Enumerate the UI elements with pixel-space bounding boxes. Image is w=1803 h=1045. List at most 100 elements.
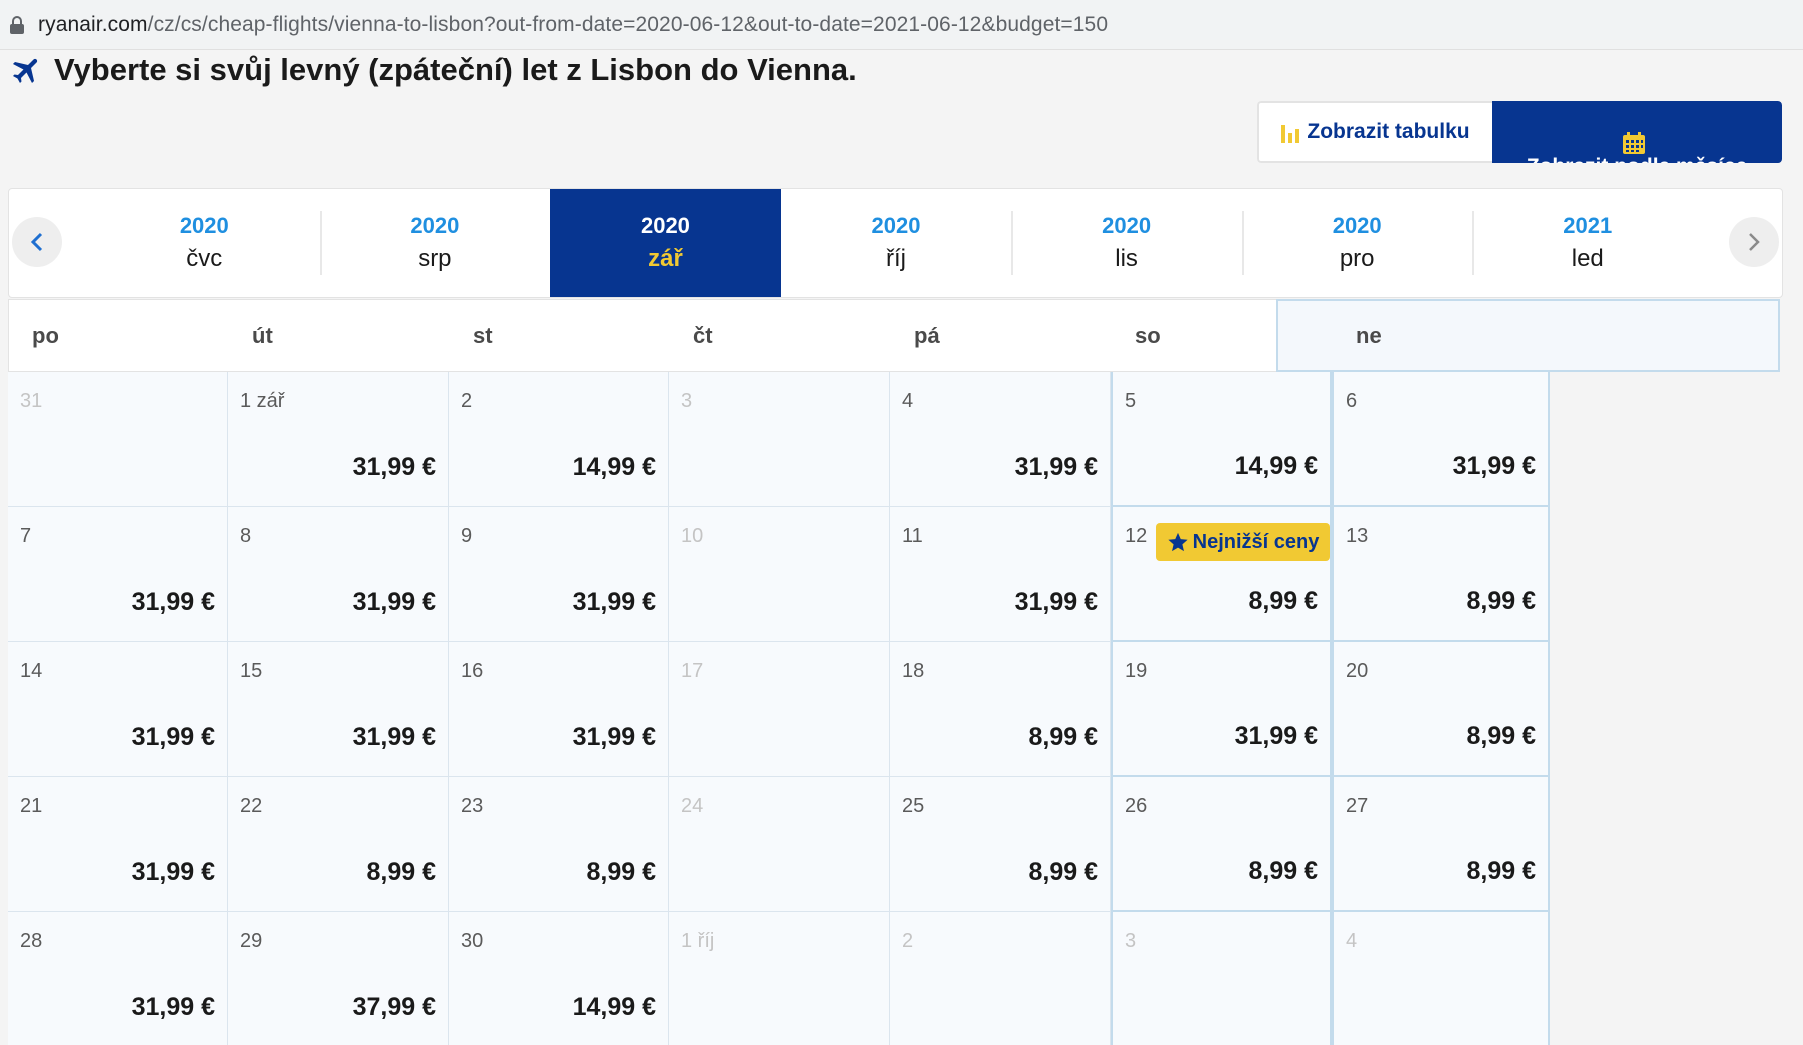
day-number: 8 (240, 525, 252, 547)
show-table-button[interactable]: Zobrazit tabulku (1257, 101, 1492, 163)
url-host: ryanair.com (38, 12, 148, 36)
day-number: 28 (20, 930, 43, 952)
month-tab-month: pro (1339, 245, 1375, 272)
weekday-label: čt (693, 322, 713, 348)
calendar-day: 3 (669, 372, 890, 507)
month-tab[interactable]: 2020 říj (781, 189, 1012, 297)
previous-month-button[interactable] (12, 217, 62, 267)
month-tab-year: 2020 (1332, 213, 1382, 238)
month-tab-month: led (1571, 245, 1604, 272)
month-tab-year: 2020 (1102, 213, 1152, 238)
calendar-day[interactable]: 26 8,99 € (1111, 777, 1332, 912)
month-list: 2020 čvc 2020 srp 2020 zář 2020 říj 2020 lis 2020 p… (89, 189, 1703, 297)
url-text[interactable]: ryanair.com/cz/cs/cheap-flights/vienna-t… (38, 13, 1108, 37)
day-price: 31,99 € (1452, 452, 1536, 480)
calendar-day[interactable]: 29 37,99 € (228, 912, 449, 1045)
day-price: 8,99 € (1466, 722, 1536, 750)
day-number: 17 (681, 660, 704, 682)
day-price: 8,99 € (1028, 858, 1098, 886)
calendar-day[interactable]: 4 31,99 € (890, 372, 1111, 507)
chevron-left-icon (30, 232, 43, 252)
calendar-day[interactable]: 9 31,99 € (449, 507, 669, 642)
day-price: 31,99 € (1234, 722, 1318, 750)
weekday-label: po (32, 322, 59, 348)
calendar-day[interactable]: 27 8,99 € (1332, 777, 1550, 912)
calendar-day[interactable]: 11 31,99 € (890, 507, 1111, 642)
calendar-day[interactable]: 20 8,99 € (1332, 642, 1550, 777)
weekday-label: st (473, 322, 493, 348)
day-number: 4 (902, 390, 914, 412)
day-number: 23 (461, 795, 484, 817)
month-tab[interactable]: 2020 srp (319, 189, 551, 297)
calendar-day[interactable]: 13 8,99 € (1332, 507, 1550, 642)
day-number: 31 (20, 390, 43, 412)
day-number: 10 (681, 525, 704, 547)
day-price: 14,99 € (1234, 452, 1318, 480)
calendar-icon (1623, 132, 1645, 154)
month-tab-month: čvc (186, 245, 223, 272)
weekday-label: so (1135, 322, 1161, 348)
calendar-day: 17 (669, 642, 890, 777)
day-number: 30 (461, 930, 484, 952)
calendar-day[interactable]: 25 8,99 € (890, 777, 1111, 912)
month-tab[interactable]: 2020 pro (1241, 189, 1473, 297)
calendar-day[interactable]: 15 31,99 € (228, 642, 449, 777)
month-tab[interactable]: 2020 čvc (89, 189, 320, 297)
calendar-day[interactable]: 12 8,99 € Nejnižší ceny (1111, 507, 1332, 642)
calendar-day[interactable]: 16 31,99 € (449, 642, 669, 777)
month-tab-month: zář (648, 245, 683, 272)
url-path: /cz/cs/cheap-flights/vienna-to-lisbon?ou… (147, 12, 1109, 36)
month-tab-month: říj (886, 245, 907, 272)
day-number: 21 (20, 795, 43, 817)
bar-chart-icon (1281, 125, 1300, 143)
day-price: 31,99 € (131, 858, 215, 886)
calendar-day: 1 říj (669, 912, 890, 1045)
calendar-day[interactable]: 23 8,99 € (449, 777, 669, 912)
calendar-day: 3 (1111, 912, 1332, 1045)
calendar-day: 4 (1332, 912, 1550, 1045)
calendar-day[interactable]: 1 zář 31,99 € (228, 372, 449, 507)
month-tab-year: 2020 (179, 213, 229, 238)
calendar-day[interactable]: 28 31,99 € (8, 912, 228, 1045)
calendar-day[interactable]: 19 31,99 € (1111, 642, 1332, 777)
day-number: 29 (240, 930, 263, 952)
page-heading: Vyberte si svůj levný (zpáteční) let z L… (10, 50, 857, 90)
month-tab[interactable]: 2020 zář (550, 189, 781, 297)
month-tab-year: 2020 (410, 213, 460, 238)
day-price: 31,99 € (352, 453, 436, 481)
calendar-day[interactable]: 18 8,99 € (890, 642, 1111, 777)
show-by-month-button[interactable]: Zobrazit podle měsíce (1492, 101, 1782, 163)
show-table-label: Zobrazit tabulku (1307, 120, 1470, 143)
day-number: 3 (681, 390, 693, 412)
calendar-day[interactable]: 14 31,99 € (8, 642, 228, 777)
calendar-day[interactable]: 21 31,99 € (8, 777, 228, 912)
lock-icon (10, 15, 24, 34)
day-number: 2 (902, 930, 914, 952)
calendar-day[interactable]: 2 14,99 € (449, 372, 669, 507)
day-price: 31,99 € (572, 588, 656, 616)
day-price: 31,99 € (131, 993, 215, 1021)
calendar-day[interactable]: 5 14,99 € (1111, 372, 1332, 507)
day-number: 14 (20, 660, 43, 682)
month-tab[interactable]: 2020 lis (1011, 189, 1242, 297)
weekday-label: út (252, 322, 273, 348)
day-number: 4 (1346, 930, 1358, 952)
day-number: 3 (1125, 930, 1137, 952)
calendar-day[interactable]: 22 8,99 € (228, 777, 449, 912)
month-tab[interactable]: 2021 led (1472, 189, 1703, 297)
day-number: 20 (1346, 660, 1369, 682)
day-price: 14,99 € (572, 993, 656, 1021)
airplane-icon (12, 58, 38, 84)
calendar-day[interactable]: 6 31,99 € (1332, 372, 1550, 507)
next-month-button[interactable] (1729, 217, 1779, 267)
weekday-label: pá (914, 322, 940, 348)
calendar-day[interactable]: 30 14,99 € (449, 912, 669, 1045)
address-bar[interactable]: ryanair.com/cz/cs/cheap-flights/vienna-t… (0, 0, 1803, 50)
calendar-day[interactable]: 7 31,99 € (8, 507, 228, 642)
day-number: 5 (1125, 390, 1137, 412)
day-price: 8,99 € (586, 858, 656, 886)
day-number: 25 (902, 795, 925, 817)
day-price: 14,99 € (572, 453, 656, 481)
calendar-day[interactable]: 8 31,99 € (228, 507, 449, 642)
show-by-month-label: Zobrazit podle měsíce (1527, 155, 1748, 163)
